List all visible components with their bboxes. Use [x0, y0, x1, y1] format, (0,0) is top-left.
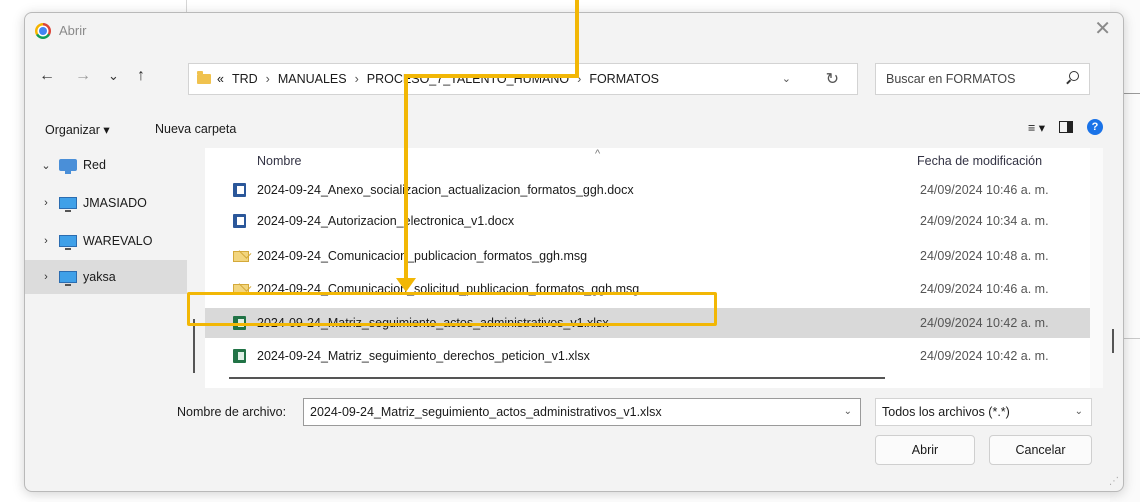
sidebar-item-warevalo[interactable]: › WAREVALO — [25, 224, 187, 258]
address-dropdown-icon[interactable]: ⌄ — [782, 72, 791, 85]
annotation-arrow-segment — [404, 74, 579, 78]
refresh-icon[interactable]: ↻ — [826, 69, 839, 89]
file-date: 24/09/2024 10:42 a. m. — [920, 349, 1049, 363]
file-row[interactable]: 2024-09-24_Matriz_seguimiento_derechos_p… — [205, 341, 1103, 371]
network-icon — [59, 159, 77, 174]
preview-pane-icon[interactable] — [1059, 121, 1073, 133]
back-arrow-icon[interactable]: ← — [39, 67, 55, 85]
resize-grip-icon[interactable]: ⋰ — [1109, 476, 1119, 487]
recent-locations-chevron-icon[interactable]: ⌄ — [108, 68, 119, 84]
file-name: 2024-09-24_Matriz_seguimiento_derechos_p… — [257, 349, 590, 363]
search-icon[interactable] — [1069, 71, 1079, 81]
column-header-name[interactable]: Nombre — [257, 154, 301, 168]
title-bar: Abrir ✕ — [25, 13, 1123, 49]
chrome-icon — [35, 23, 51, 39]
breadcrumb-trd[interactable]: TRD — [232, 72, 258, 86]
excel-spreadsheet-icon — [233, 349, 246, 363]
file-name: 2024-09-24_Anexo_socializacion_actualiza… — [257, 183, 634, 197]
sidebar-item-jmasiado[interactable]: › JMASIADO — [25, 186, 187, 220]
column-header-date[interactable]: Fecha de modificación — [917, 154, 1042, 168]
breadcrumb-overflow[interactable]: « — [217, 72, 224, 86]
open-button[interactable]: Abrir — [875, 435, 975, 465]
file-date: 24/09/2024 10:46 a. m. — [920, 183, 1049, 197]
annotation-arrow-segment — [404, 74, 408, 282]
view-options-button[interactable]: ≡ ▾ — [1028, 120, 1045, 135]
filename-label: Nombre de archivo: — [177, 405, 287, 419]
breadcrumb-formatos[interactable]: FORMATOS — [589, 72, 659, 86]
file-row[interactable]: 2024-09-24_Comunicacion_publicacion_form… — [205, 241, 1103, 271]
file-row[interactable]: 2024-09-24_Anexo_socializacion_actualiza… — [205, 175, 1103, 205]
cancel-button[interactable]: Cancelar — [989, 435, 1092, 465]
sidebar-item-label: JMASIADO — [83, 196, 147, 210]
expand-chevron-icon[interactable]: › — [33, 235, 59, 247]
highlight-box — [187, 292, 717, 326]
filename-dropdown-icon[interactable]: ⌄ — [844, 406, 852, 417]
word-document-icon — [233, 214, 246, 228]
word-document-icon — [233, 183, 246, 197]
navigation-pane: ⌄ Red › JMASIADO › WAREVALO › yaksa — [25, 148, 205, 378]
up-arrow-icon[interactable]: ↑ — [137, 67, 145, 85]
file-date: 24/09/2024 10:42 a. m. — [920, 316, 1049, 330]
annotation-arrowhead-icon — [396, 278, 416, 292]
file-name: 2024-09-24_Autorizacion_electronica_v1.d… — [257, 214, 515, 228]
horizontal-scrollbar[interactable] — [229, 377, 885, 379]
computer-icon — [59, 197, 77, 212]
computer-icon — [59, 235, 77, 250]
help-icon[interactable]: ? — [1087, 119, 1103, 135]
file-type-filter-value: Todos los archivos (*.*) — [882, 405, 1010, 419]
command-bar: Organizar ▾ Nueva carpeta ≡ ▾ ? — [25, 119, 1123, 141]
sidebar-scrollbar[interactable] — [193, 319, 195, 373]
filename-combobox[interactable]: ⌄ — [303, 398, 861, 426]
sort-indicator-icon: ^ — [595, 148, 601, 160]
search-input[interactable] — [886, 72, 1056, 86]
sidebar-item-label: WAREVALO — [83, 234, 153, 248]
file-name: 2024-09-24_Comunicacion_publicacion_form… — [257, 249, 588, 263]
folder-icon — [197, 71, 211, 84]
vertical-scrollbar-thumb[interactable] — [1112, 329, 1114, 353]
breadcrumb-separator: › — [265, 72, 270, 86]
new-folder-button[interactable]: Nueva carpeta — [155, 122, 236, 136]
vertical-scrollbar-track[interactable] — [1090, 148, 1103, 388]
file-type-dropdown-icon[interactable]: ⌄ — [1075, 406, 1083, 417]
search-box[interactable] — [875, 63, 1090, 95]
filename-input[interactable] — [310, 405, 830, 419]
forward-arrow-icon[interactable]: → — [75, 67, 91, 85]
sidebar-item-yaksa[interactable]: › yaksa — [25, 260, 187, 294]
file-row[interactable]: 2024-09-24_Autorizacion_electronica_v1.d… — [205, 206, 1103, 236]
file-type-filter[interactable]: Todos los archivos (*.*) ⌄ — [875, 398, 1092, 426]
file-list: Nombre ^ Fecha de modificación 2024-09-2… — [205, 148, 1103, 388]
address-bar[interactable]: « TRD › MANUALES › PROCESO_7_TALENTO_HUM… — [188, 63, 858, 95]
expand-chevron-icon[interactable]: ⌄ — [33, 159, 59, 172]
open-file-dialog: Abrir ✕ ← → ⌄ ↑ « TRD › MANUALES › PROCE… — [24, 12, 1124, 492]
close-button[interactable]: ✕ — [1094, 19, 1111, 39]
email-message-icon — [233, 251, 249, 262]
expand-chevron-icon[interactable]: › — [33, 271, 59, 283]
sidebar-item-red[interactable]: ⌄ Red — [25, 148, 187, 182]
annotation-arrow-segment — [575, 0, 579, 78]
breadcrumb-manuales[interactable]: MANUALES — [278, 72, 347, 86]
breadcrumb-separator: › — [354, 72, 359, 86]
organize-button[interactable]: Organizar ▾ — [45, 122, 110, 137]
dialog-title: Abrir — [59, 23, 87, 38]
file-date: 24/09/2024 10:48 a. m. — [920, 249, 1049, 263]
sidebar-item-label: Red — [83, 158, 106, 172]
file-date: 24/09/2024 10:34 a. m. — [920, 214, 1049, 228]
view-controls: ≡ ▾ ? — [1028, 119, 1103, 135]
sidebar-item-label: yaksa — [83, 270, 116, 284]
computer-icon — [59, 271, 77, 286]
file-date: 24/09/2024 10:46 a. m. — [920, 282, 1049, 296]
expand-chevron-icon[interactable]: › — [33, 197, 59, 209]
